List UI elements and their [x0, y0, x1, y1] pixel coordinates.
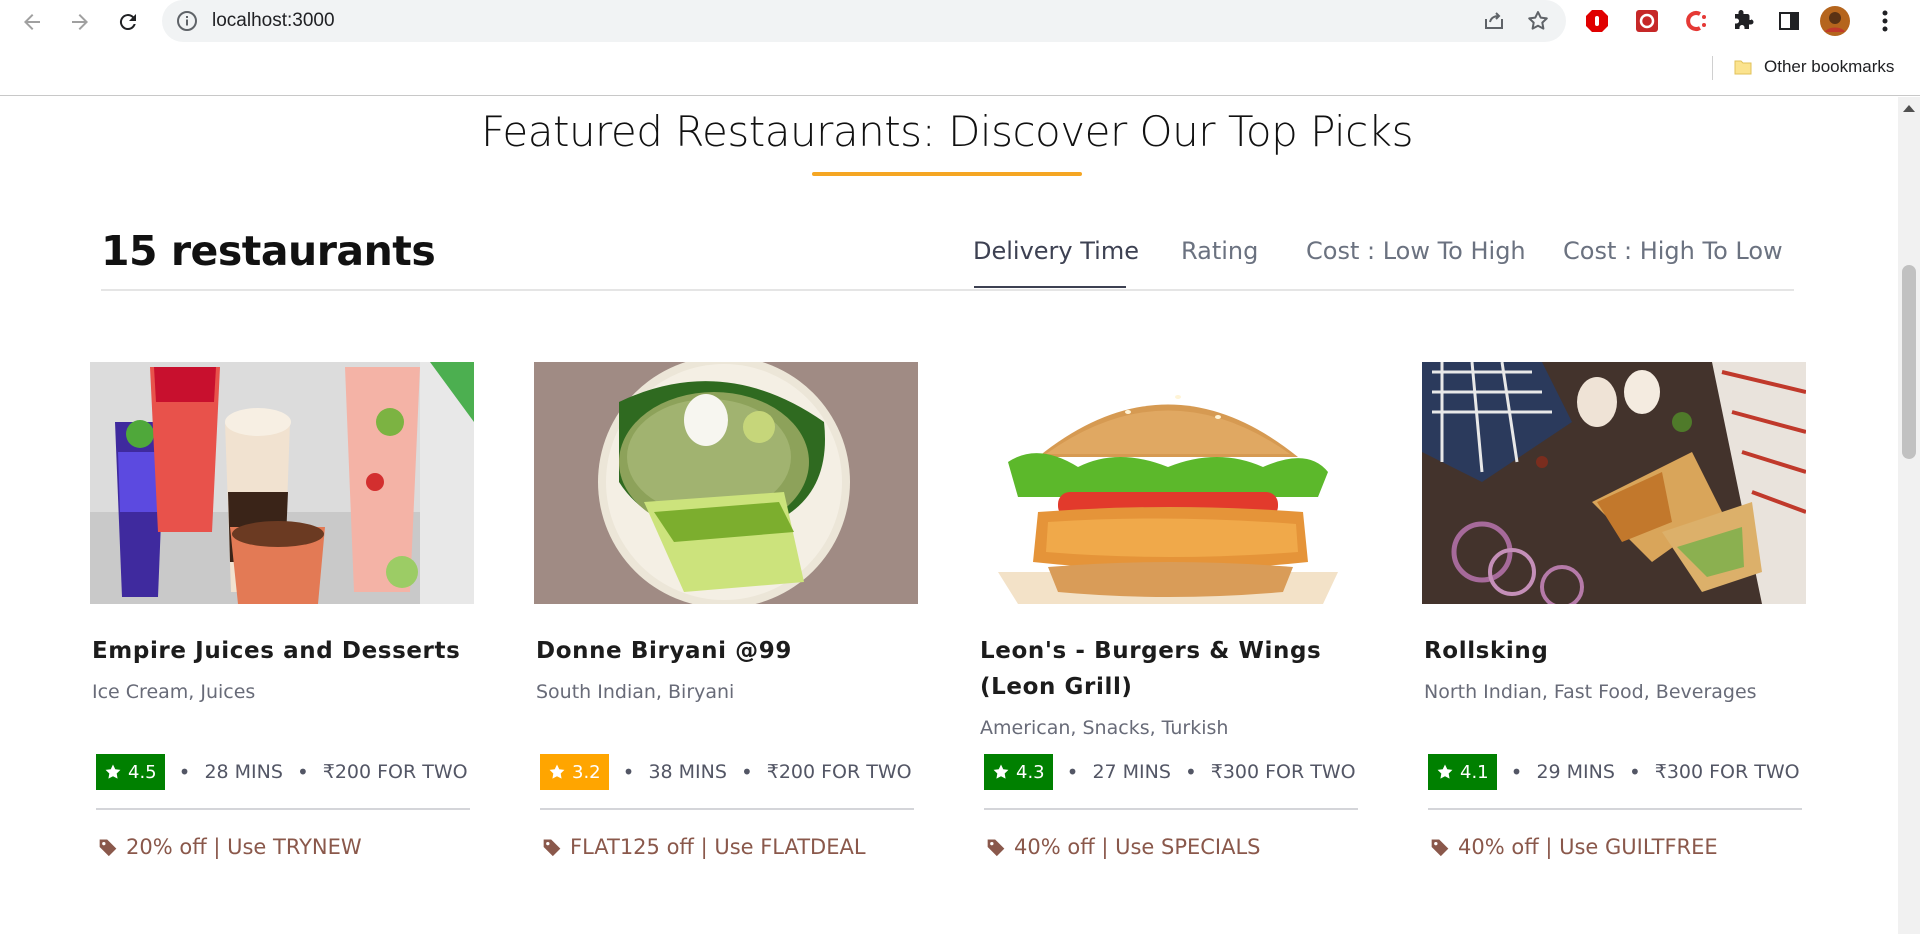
rating-badge: 4.5 — [96, 754, 165, 790]
offer: 40% off | Use SPECIALS — [986, 835, 1261, 859]
restaurant-card[interactable]: Donne Biryani @99 South Indian, Biryani … — [534, 362, 924, 882]
star-icon — [549, 764, 565, 779]
restaurant-card[interactable]: Leon's - Burgers & Wings (Leon Grill) Am… — [978, 362, 1368, 882]
offer-text: 20% off | Use TRYNEW — [126, 835, 362, 859]
colorzilla-extension-icon[interactable] — [1680, 6, 1710, 36]
url-text[interactable]: localhost:3000 — [212, 10, 335, 32]
reload-icon[interactable] — [112, 6, 144, 38]
share-icon[interactable] — [1482, 9, 1506, 38]
separator-dot: • — [1510, 760, 1523, 784]
offer-tag-icon — [543, 839, 561, 857]
rating-value: 3.2 — [572, 761, 601, 783]
sort-tab-cost-low-to-high[interactable]: Cost : Low To High — [1306, 237, 1526, 265]
bookmark-star-icon[interactable] — [1526, 9, 1550, 38]
folder-icon — [1733, 57, 1753, 77]
card-divider — [540, 808, 914, 810]
cost-for-two: ₹300 FOR TWO — [1210, 761, 1356, 783]
forward-icon[interactable] — [64, 6, 96, 38]
cost-for-two: ₹300 FOR TWO — [1654, 761, 1800, 783]
offer-text: 40% off | Use SPECIALS — [1014, 835, 1261, 859]
restaurant-cuisine: Ice Cream, Juices — [92, 681, 256, 703]
card-divider — [96, 808, 470, 810]
offer: FLAT125 off | Use FLATDEAL — [542, 835, 866, 859]
offer-text: FLAT125 off | Use FLATDEAL — [570, 835, 866, 859]
delivery-time: 28 MINS — [204, 761, 283, 783]
page-title: Featured Restaurants: Discover Our Top P… — [481, 107, 1413, 156]
restaurant-cuisine: American, Snacks, Turkish — [980, 717, 1229, 739]
sort-tab-cost-high-to-low[interactable]: Cost : High To Low — [1563, 237, 1783, 265]
delivery-time: 29 MINS — [1536, 761, 1615, 783]
delivery-time: 38 MINS — [648, 761, 727, 783]
separator-dot: • — [740, 760, 753, 784]
restaurant-image-juices-desserts[interactable] — [90, 362, 474, 604]
card-divider — [1428, 808, 1802, 810]
rating-value: 4.1 — [1460, 761, 1489, 783]
restaurant-cuisine: North Indian, Fast Food, Beverages — [1424, 681, 1757, 703]
adblock-extension-icon[interactable] — [1582, 6, 1612, 36]
separator-dot: • — [1184, 760, 1197, 784]
title-accent-underline — [812, 172, 1082, 176]
header-divider — [101, 289, 1794, 291]
sort-tabs: Delivery Time Rating Cost : Low To High … — [0, 237, 1894, 287]
sort-tab-rating[interactable]: Rating — [1181, 237, 1258, 265]
scroll-up-arrow-icon[interactable] — [1903, 105, 1915, 112]
cost-for-two: ₹200 FOR TWO — [322, 761, 468, 783]
side-panel-icon[interactable] — [1774, 6, 1804, 36]
restaurant-name[interactable]: Rollsking — [1424, 633, 1808, 669]
address-bar[interactable]: localhost:3000 — [162, 0, 1566, 42]
separator-dot: • — [178, 760, 191, 784]
separator-dot: • — [296, 760, 309, 784]
extensions-puzzle-icon[interactable] — [1728, 6, 1758, 36]
restaurant-cuisine: South Indian, Biryani — [536, 681, 735, 703]
rating-value: 4.3 — [1016, 761, 1045, 783]
screenshot-extension-icon[interactable] — [1632, 6, 1662, 36]
star-icon — [105, 764, 121, 779]
restaurant-image-burger[interactable] — [978, 362, 1362, 604]
rating-badge: 4.1 — [1428, 754, 1497, 790]
rating-value: 4.5 — [128, 761, 157, 783]
restaurant-meta: 4.1 • 29 MINS • ₹300 FOR TWO — [1428, 754, 1808, 790]
offer-tag-icon — [987, 839, 1005, 857]
profile-avatar[interactable] — [1820, 6, 1850, 36]
star-icon — [1437, 764, 1453, 779]
restaurant-image-rolls[interactable] — [1422, 362, 1806, 604]
rating-badge: 4.3 — [984, 754, 1053, 790]
bookmarks-divider — [1712, 56, 1713, 80]
separator-dot: • — [1066, 760, 1079, 784]
offer: 20% off | Use TRYNEW — [98, 835, 362, 859]
offer-tag-icon — [1431, 839, 1449, 857]
info-icon[interactable] — [176, 10, 198, 32]
restaurant-name[interactable]: Empire Juices and Desserts — [92, 633, 476, 669]
browser-chrome: localhost:3000 Other bookmarks — [0, 0, 1920, 96]
page-content: Featured Restaurants: Discover Our Top P… — [0, 97, 1898, 934]
sort-tab-delivery-time[interactable]: Delivery Time — [973, 237, 1139, 265]
restaurant-meta: 4.3 • 27 MINS • ₹300 FOR TWO — [984, 754, 1364, 790]
page-scrollbar[interactable] — [1898, 97, 1920, 934]
offer-tag-icon — [99, 839, 117, 857]
restaurant-meta: 4.5 • 28 MINS • ₹200 FOR TWO — [96, 754, 476, 790]
restaurant-card[interactable]: Rollsking North Indian, Fast Food, Bever… — [1422, 362, 1812, 882]
card-divider — [984, 808, 1358, 810]
star-icon — [993, 764, 1009, 779]
separator-dot: • — [1628, 760, 1641, 784]
delivery-time: 27 MINS — [1092, 761, 1171, 783]
scrollbar-thumb[interactable] — [1902, 265, 1916, 459]
restaurant-name[interactable]: Donne Biryani @99 — [536, 633, 920, 669]
offer: 40% off | Use GUILTFREE — [1430, 835, 1718, 859]
rating-badge: 3.2 — [540, 754, 609, 790]
browser-menu-icon[interactable] — [1870, 6, 1900, 36]
other-bookmarks-link[interactable]: Other bookmarks — [1764, 57, 1894, 77]
cost-for-two: ₹200 FOR TWO — [766, 761, 912, 783]
offer-text: 40% off | Use GUILTFREE — [1458, 835, 1718, 859]
restaurant-image-biryani[interactable] — [534, 362, 918, 604]
restaurant-meta: 3.2 • 38 MINS • ₹200 FOR TWO — [540, 754, 920, 790]
back-icon[interactable] — [16, 6, 48, 38]
restaurant-name[interactable]: Leon's - Burgers & Wings (Leon Grill) — [980, 633, 1364, 705]
separator-dot: • — [622, 760, 635, 784]
active-sort-indicator — [974, 286, 1126, 288]
restaurant-card[interactable]: Empire Juices and Desserts Ice Cream, Ju… — [90, 362, 480, 882]
